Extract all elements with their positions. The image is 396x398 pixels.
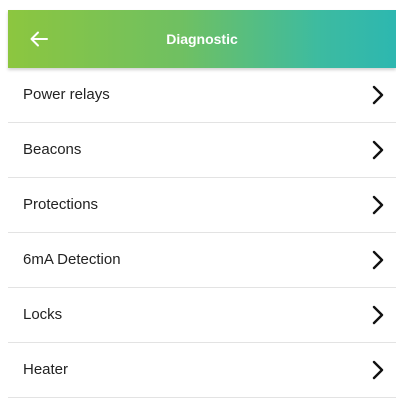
menu-item-label: Protections — [23, 196, 99, 213]
diagnostic-menu-list: Power relays Beacons Protections 6mA Det… — [8, 68, 396, 398]
diagnostic-screen: Diagnostic Power relays Beacons Protecti… — [0, 0, 396, 398]
chevron-right-icon — [372, 85, 384, 105]
menu-item-label: Power relays — [23, 86, 110, 103]
menu-item-6ma-detection[interactable]: 6mA Detection — [8, 233, 396, 288]
menu-item-label: 6mA Detection — [23, 251, 121, 268]
menu-item-protections[interactable]: Protections — [8, 178, 396, 233]
chevron-right-icon — [372, 305, 384, 325]
app-header: Diagnostic — [8, 10, 396, 68]
back-button[interactable] — [22, 23, 56, 55]
chevron-right-icon — [372, 140, 384, 160]
menu-item-locks[interactable]: Locks — [8, 288, 396, 343]
chevron-right-icon — [372, 195, 384, 215]
page-title: Diagnostic — [166, 31, 238, 47]
menu-item-label: Locks — [23, 306, 63, 323]
arrow-left-icon — [30, 31, 48, 47]
menu-item-heater[interactable]: Heater — [8, 343, 396, 398]
menu-item-beacons[interactable]: Beacons — [8, 123, 396, 178]
menu-item-label: Beacons — [23, 141, 82, 158]
chevron-right-icon — [372, 360, 384, 380]
menu-item-power-relays[interactable]: Power relays — [8, 68, 396, 123]
chevron-right-icon — [372, 250, 384, 270]
menu-item-label: Heater — [23, 361, 69, 378]
